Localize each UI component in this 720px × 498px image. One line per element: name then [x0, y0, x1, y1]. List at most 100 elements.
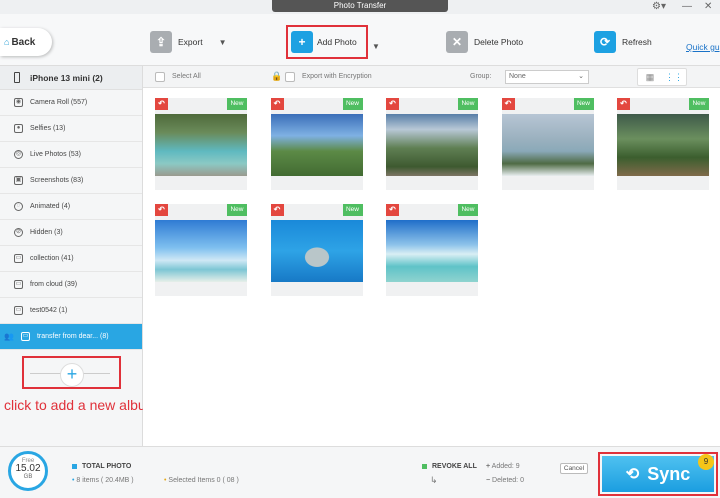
photo-tile[interactable]: ↶ New	[155, 98, 247, 190]
revoke-marker	[422, 464, 427, 469]
sidebar-item-test0542[interactable]: ▭ test0542 (1)	[0, 298, 142, 324]
photo-thumbnail[interactable]	[270, 220, 363, 282]
export-icon: ⇪	[150, 31, 172, 53]
select-all-label: Select All	[172, 73, 201, 80]
phone-icon	[14, 72, 20, 83]
photo-tile[interactable]: ↶ New	[617, 98, 709, 190]
sync-icon: ⟲	[625, 466, 640, 483]
total-photo-label: TOTAL PHOTO	[82, 463, 132, 470]
sidebar-item-live-photos[interactable]: ◎ Live Photos (53)	[0, 142, 142, 168]
revoke-icon[interactable]: ↶	[270, 98, 284, 110]
animated-icon: ◌	[14, 202, 23, 211]
photo-tile[interactable]: ↶ New	[386, 98, 478, 190]
sync-count-badge: 9	[698, 454, 714, 470]
cancel-button[interactable]: Cancel	[560, 463, 588, 474]
photo-thumbnail[interactable]	[386, 220, 478, 282]
home-icon: ⌂	[4, 37, 10, 47]
photo-grid: ↶ New ↶ New ↶ New ↶ New ↶ New ↶ New ↶ New ↶ New	[143, 88, 720, 446]
storage-indicator: Free 15.02 GB	[8, 451, 48, 491]
chevron-down-icon: ⌄	[578, 73, 584, 80]
window-title: Photo Transfer	[272, 0, 448, 12]
revoke-icon[interactable]: ↶	[386, 98, 399, 110]
sidebar-item-animated[interactable]: ◌ Animated (4)	[0, 194, 142, 220]
sidebar: iPhone 13 mini (2) ◉ Camera Roll (557) ● S…	[0, 66, 157, 446]
select-all-checkbox[interactable]	[155, 72, 165, 82]
revoke-icon[interactable]: ↶	[155, 98, 168, 110]
screenshot-icon: ▣	[14, 176, 23, 185]
photo-thumbnail[interactable]	[270, 114, 363, 176]
photo-tile[interactable]: ↶ New	[270, 98, 363, 190]
camera-icon: ◉	[14, 98, 23, 107]
back-button[interactable]: ⌂ Back	[0, 28, 52, 56]
photo-thumbnail[interactable]	[386, 114, 478, 176]
people-icon: 👥	[4, 332, 14, 341]
delete-photo-button[interactable]: ✕ Delete Photo	[446, 28, 523, 56]
photo-thumbnail[interactable]	[155, 114, 247, 176]
photo-tile[interactable]: ↶ New	[155, 204, 247, 296]
revoke-icon[interactable]: ↶	[501, 98, 515, 110]
export-encryption-checkbox[interactable]	[285, 72, 295, 82]
large-grid-view-icon[interactable]: ▦	[638, 69, 662, 85]
storage-value: 15.02	[15, 463, 41, 474]
sidebar-item-collection[interactable]: ▭ collection (41)	[0, 246, 142, 272]
album-label: Selfies (13)	[30, 125, 66, 132]
quick-guide-link[interactable]: Quick gu	[686, 42, 720, 52]
sidebar-item-screenshots[interactable]: ▣ Screenshots (83)	[0, 168, 142, 194]
deleted-count: − Deleted: 0	[486, 477, 524, 484]
items-count: • 8 items ( 20.4MB )	[72, 477, 134, 484]
album-label: Live Photos (53)	[30, 151, 81, 158]
album-label: Camera Roll (557)	[30, 99, 88, 106]
added-count: + Added: 9	[486, 463, 520, 470]
sidebar-item-from-cloud[interactable]: ▭ from cloud (39)	[0, 272, 142, 298]
settings-icon[interactable]: ⚙▾	[652, 0, 666, 14]
photo-thumbnail[interactable]	[617, 114, 709, 176]
album-icon: ▭	[14, 254, 23, 263]
sidebar-item-transfer[interactable]: 👥 ▭ transfer from dear... (8)	[0, 324, 142, 350]
sidebar-item-camera-roll[interactable]: ◉ Camera Roll (557)	[0, 90, 142, 116]
minimize-icon[interactable]: —	[682, 0, 692, 14]
photo-tile[interactable]: ↶ New	[501, 98, 594, 190]
album-label: collection (41)	[30, 255, 74, 262]
close-icon[interactable]: ✕	[704, 0, 712, 14]
group-select[interactable]: None ⌄	[505, 70, 589, 84]
new-badge: New	[458, 204, 478, 216]
album-icon: ▭	[14, 280, 23, 289]
back-label: Back	[11, 37, 36, 48]
title-bar: Photo Transfer ⚙▾ — ✕	[0, 0, 720, 14]
add-photo-highlight	[286, 25, 368, 59]
small-grid-view-icon[interactable]: ⋮⋮	[662, 69, 686, 85]
photo-thumbnail[interactable]	[155, 220, 247, 282]
person-icon: ●	[14, 124, 23, 133]
delete-photo-label: Delete Photo	[474, 37, 524, 47]
selected-count: • Selected Items 0 ( 08 )	[164, 477, 239, 484]
album-label: Hidden (3)	[30, 229, 63, 236]
total-photo-marker	[72, 464, 77, 469]
add-photo-dropdown-icon[interactable]: ▼	[372, 42, 380, 51]
revoke-icon[interactable]: ↶	[155, 204, 168, 216]
delete-photo-icon: ✕	[446, 31, 468, 53]
photo-tile[interactable]: ↶ New	[270, 204, 363, 296]
export-button[interactable]: ⇪ Export ▼	[150, 28, 227, 56]
device-selector[interactable]: iPhone 13 mini (2)	[0, 66, 142, 90]
new-badge: New	[689, 98, 709, 110]
revoke-icon[interactable]: ↶	[270, 204, 284, 216]
device-name: iPhone 13 mini (2)	[30, 72, 103, 83]
new-badge: New	[342, 204, 363, 216]
refresh-button[interactable]: ⟳ Refresh	[594, 28, 652, 56]
sidebar-item-selfies[interactable]: ● Selfies (13)	[0, 116, 142, 142]
group-value: None	[509, 73, 526, 80]
album-label: Animated (4)	[30, 203, 71, 210]
photo-thumbnail[interactable]	[501, 114, 594, 176]
revoke-all-button[interactable]: REVOKE ALL	[432, 463, 477, 470]
revoke-icon[interactable]: ↶	[386, 204, 399, 216]
album-label: from cloud (39)	[30, 281, 78, 288]
sidebar-item-hidden[interactable]: ⊘ Hidden (3)	[0, 220, 142, 246]
group-label: Group:	[470, 73, 492, 80]
export-encryption-label: Export with Encryption	[302, 73, 372, 80]
photo-tile[interactable]: ↶ New	[386, 204, 478, 296]
new-badge: New	[227, 204, 247, 216]
export-dropdown-icon[interactable]: ▼	[219, 38, 227, 47]
revoke-icon[interactable]: ↶	[617, 98, 630, 110]
add-album-button[interactable]: +	[60, 363, 84, 387]
hidden-icon: ⊘	[14, 228, 23, 237]
